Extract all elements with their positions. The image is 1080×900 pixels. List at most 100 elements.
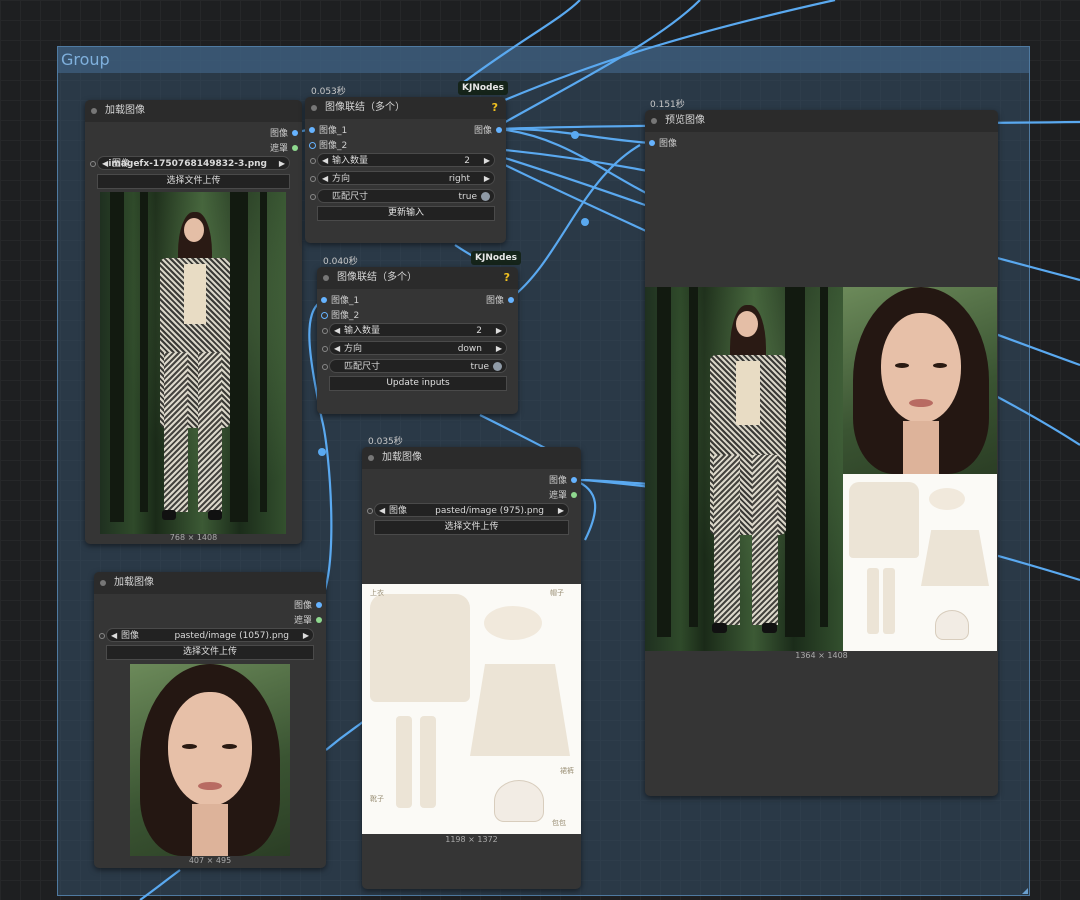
load-image-node-2[interactable]: 加载图像 图像 遮罩 ◀ 图像 pasted/image (1057).png … [94,572,326,868]
output-port[interactable] [316,602,322,608]
load-image-node-3[interactable]: 加载图像 图像 遮罩 ◀ 图像 pasted/image (975).png ▶… [362,447,581,889]
input-image-2[interactable]: 图像_2 [305,138,347,152]
output-image[interactable]: 图像 [294,598,326,612]
arrow-left-icon[interactable]: ◀ [111,629,117,643]
arrow-right-icon[interactable]: ▶ [303,629,309,643]
widget-value: down [457,344,482,354]
arrow-left-icon[interactable]: ◀ [322,172,328,186]
preview-image-outfit [843,474,997,651]
widget-value: right [448,174,470,184]
output-mask[interactable]: 遮罩 [549,488,581,502]
output-image[interactable]: 图像 [486,293,518,307]
arrow-right-icon[interactable]: ▶ [484,172,490,186]
inputcount-widget[interactable]: ◀ 输入数量 2 ▶ [310,153,495,168]
upload-button[interactable]: 选择文件上传 [97,174,290,189]
direction-widget[interactable]: ◀ 方向 down ▶ [322,341,507,356]
node-header[interactable]: 加载图像 [362,447,581,469]
input-port[interactable] [321,297,327,303]
node-collapse-dot[interactable] [311,105,317,111]
input-label: 图像_1 [331,296,360,306]
widget-dot [322,346,328,352]
match-size-toggle[interactable]: 匹配尺寸 true [322,359,507,373]
image-concat-node-1[interactable]: 图像联结（多个） ? 图像_1 图像 图像_2 ◀ 输入数量 2 ▶ ◀ 方向 … [305,97,506,243]
node-header[interactable]: 预览图像 [645,110,998,132]
widget-dot [367,508,373,514]
outfit-label-skirt: 裙裤 [560,767,574,775]
arrow-right-icon[interactable]: ▶ [484,154,490,168]
arrow-left-icon[interactable]: ◀ [334,342,340,356]
node-collapse-dot[interactable] [91,108,97,114]
load-image-node-1[interactable]: 加载图像 图像 遮罩 ◀ 图像 imagefx-1750768149832-3.… [85,100,302,544]
output-label: 图像 [485,296,504,306]
help-icon[interactable]: ? [504,267,510,289]
widget-dot [322,364,328,370]
output-image[interactable]: 图像 [549,473,581,487]
image-select-widget[interactable]: ◀ 图像 pasted/image (1057).png ▶ [99,628,314,643]
node-header[interactable]: 图像联结（多个） ? [305,97,506,119]
direction-widget[interactable]: ◀ 方向 right ▶ [310,171,495,186]
output-port[interactable] [571,477,577,483]
output-port[interactable] [316,617,322,623]
output-port[interactable] [496,127,502,133]
image-select-widget[interactable]: ◀ 图像 imagefx-1750768149832-3.png ▶ [90,156,290,171]
upload-button[interactable]: 选择文件上传 [374,520,569,535]
widget-label: 方向 [332,174,351,184]
node-title: 加载图像 [105,105,145,116]
input-port[interactable] [649,140,655,146]
node-header[interactable]: 加载图像 [85,100,302,122]
input-image[interactable]: 图像 [645,136,677,150]
widget-dot [310,176,316,182]
widget-label: 匹配尺寸 [332,192,369,202]
widget-label: 图像 [121,631,140,641]
widget-dot [90,161,96,167]
image-select-widget[interactable]: ◀ 图像 pasted/image (975).png ▶ [367,503,569,518]
arrow-right-icon[interactable]: ▶ [558,504,564,518]
group-resize-handle[interactable] [1022,888,1028,894]
node-collapse-dot[interactable] [100,580,106,586]
kjnodes-badge: KJNodes [458,81,508,95]
output-label: 遮罩 [293,616,312,626]
node-header[interactable]: 加载图像 [94,572,326,594]
output-port[interactable] [292,145,298,151]
widget-dot [310,158,316,164]
widget-value: 2 [476,326,482,336]
update-inputs-button[interactable]: 更新输入 [317,206,495,221]
image-concat-node-2[interactable]: 图像联结（多个） ? 图像_1 图像 图像_2 ◀ 输入数量 2 ▶ ◀ 方向 … [317,267,518,414]
preview-image-node[interactable]: 预览图像 图像 1364 × 1408 [645,110,998,796]
help-icon[interactable]: ? [492,97,498,119]
output-port[interactable] [292,130,298,136]
input-port[interactable] [309,142,316,149]
group-title[interactable]: Group [58,47,1029,73]
toggle-icon[interactable] [481,192,490,201]
arrow-left-icon[interactable]: ◀ [334,324,340,338]
arrow-left-icon[interactable]: ◀ [322,154,328,168]
input-image-2[interactable]: 图像_2 [317,308,359,322]
output-image[interactable]: 图像 [270,126,302,140]
output-mask[interactable]: 遮罩 [270,141,302,155]
input-image-1[interactable]: 图像_1 [317,293,359,307]
node-collapse-dot[interactable] [651,118,657,124]
node-collapse-dot[interactable] [323,275,329,281]
output-mask[interactable]: 遮罩 [294,613,326,627]
input-port[interactable] [309,127,315,133]
node-title: 加载图像 [382,452,422,463]
arrow-right-icon[interactable]: ▶ [496,342,502,356]
output-image[interactable]: 图像 [474,123,506,137]
arrow-right-icon[interactable]: ▶ [279,157,285,171]
node-header[interactable]: 图像联结（多个） ? [317,267,518,289]
match-size-toggle[interactable]: 匹配尺寸 true [310,189,495,203]
toggle-icon[interactable] [493,362,502,371]
arrow-left-icon[interactable]: ◀ [102,157,108,171]
inputcount-widget[interactable]: ◀ 输入数量 2 ▶ [322,323,507,338]
input-port[interactable] [321,312,328,319]
update-inputs-button[interactable]: Update inputs [329,376,507,391]
upload-button[interactable]: 选择文件上传 [106,645,314,660]
arrow-right-icon[interactable]: ▶ [496,324,502,338]
arrow-left-icon[interactable]: ◀ [379,504,385,518]
widget-dot [322,328,328,334]
input-image-1[interactable]: 图像_1 [305,123,347,137]
input-label: 图像 [659,139,678,149]
output-port[interactable] [571,492,577,498]
node-collapse-dot[interactable] [368,455,374,461]
output-port[interactable] [508,297,514,303]
